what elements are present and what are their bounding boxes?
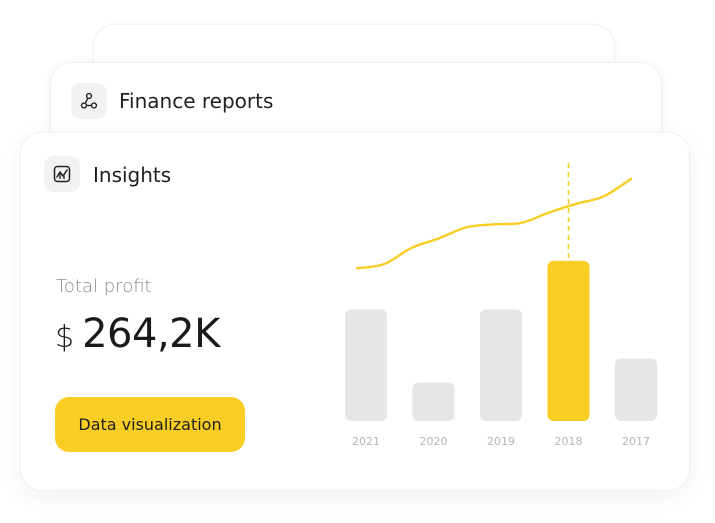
bar-2019	[480, 309, 522, 421]
currency-symbol: $	[55, 320, 75, 355]
insights-card: Insights Total profit $264,2K Data visua…	[20, 132, 690, 491]
total-profit-value: $264,2K	[55, 311, 220, 357]
data-visualization-button[interactable]: Data visualization	[55, 397, 245, 452]
x-tick-label: 2018	[555, 435, 583, 448]
x-tick-label: 2020	[420, 435, 448, 448]
x-tick-label: 2019	[487, 435, 515, 448]
insights-title: Insights	[93, 163, 172, 187]
x-tick-label: 2017	[622, 435, 650, 448]
network-nodes-icon	[71, 83, 107, 119]
x-tick-label: 2021	[352, 435, 380, 448]
profit-bar-chart: 2021 2020 2019 2018 2017	[345, 163, 657, 448]
bar-2018	[547, 260, 590, 421]
chart-frame-icon	[44, 156, 80, 192]
bar-2017	[615, 358, 657, 421]
total-profit-label: Total profit	[56, 276, 152, 297]
profit-amount: 264,2K	[82, 311, 220, 357]
finance-reports-title: Finance reports	[119, 89, 274, 113]
bar-2020	[412, 382, 455, 421]
trend-line	[355, 177, 633, 270]
bar-2021	[345, 309, 387, 421]
